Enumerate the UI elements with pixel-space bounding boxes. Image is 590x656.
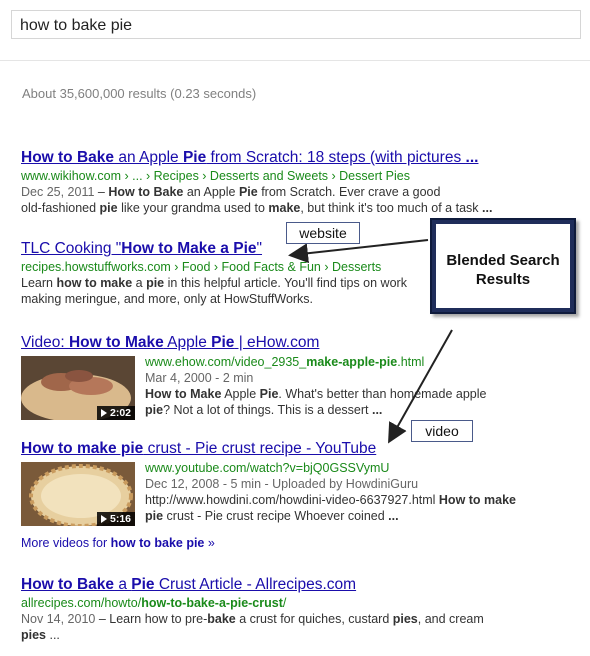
annotation-arrows [288, 239, 453, 444]
video-label: video [411, 420, 473, 442]
blended-search-callout: Blended Search Results [430, 218, 576, 314]
website-label: website [286, 222, 360, 244]
callout-text: Blended Search Results [446, 252, 560, 288]
